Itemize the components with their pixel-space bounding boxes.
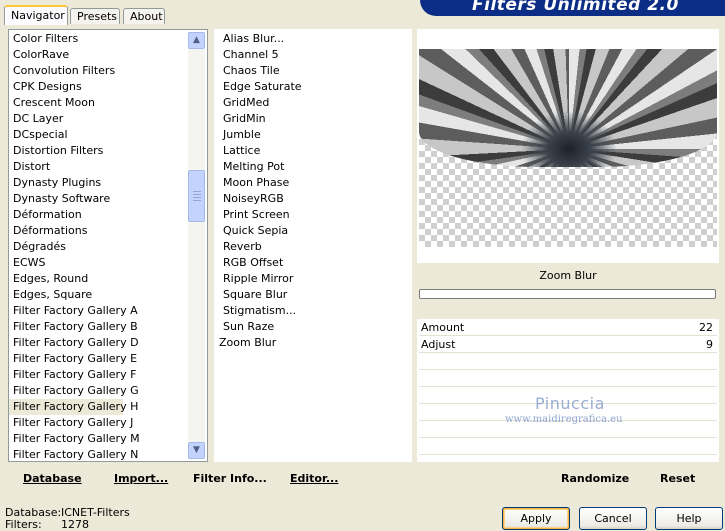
category-item[interactable]: Filter Factory Gallery M [9,431,207,447]
filter-item[interactable]: Lattice [219,143,411,159]
filter-item[interactable]: Chaos Tile [219,63,411,79]
app-title: Filters Unlimited 2.0 [472,0,679,15]
category-item[interactable]: Dynasty Plugins [9,175,207,191]
category-item[interactable]: Filter Factory Gallery J [9,415,207,431]
category-scrollbar[interactable]: ▲ ▼ [188,32,205,459]
filter-item[interactable]: Print Screen [219,207,411,223]
zoom-blur-preview [419,49,717,167]
filter-item[interactable]: Jumble [219,127,411,143]
filter-item[interactable]: Alias Blur... [219,31,411,47]
filter-item[interactable]: Moon Phase [219,175,411,191]
category-item[interactable]: Déformation [9,207,207,223]
param-adjust-name: Adjust [421,338,456,351]
category-item[interactable]: Déformations [9,223,207,239]
filter-item[interactable]: Quick Sepia [219,223,411,239]
preview-image [419,49,717,247]
category-item[interactable]: Filter Factory Gallery H [9,399,138,415]
category-item[interactable]: DC Layer [9,111,207,127]
category-item[interactable]: DCspecial [9,127,207,143]
import-button[interactable]: Import... [114,471,168,487]
tab-about[interactable]: About [123,8,165,24]
tab-navigator[interactable]: Navigator [4,5,68,25]
category-item[interactable]: Edges, Round [9,271,207,287]
filter-item[interactable]: Ripple Mirror [219,271,411,287]
filter-item[interactable]: Edge Saturate [219,79,411,95]
category-list[interactable]: Color Filters ColorRave Convolution Filter… [9,30,207,463]
category-item[interactable]: Filter Factory Gallery A [9,303,207,319]
progress-bar [419,289,716,299]
category-item[interactable]: Filter Factory Gallery B [9,319,207,335]
param-empty[interactable] [419,353,717,370]
scroll-up-button[interactable]: ▲ [188,32,205,49]
category-item[interactable]: Distort [9,159,207,175]
param-amount[interactable]: Amount 22 [419,319,717,336]
category-item[interactable]: Filter Factory Gallery E [9,351,207,367]
filter-name-label: Zoom Blur [539,269,597,282]
category-item[interactable]: Convolution Filters [9,63,207,79]
category-item[interactable]: Filter Factory Gallery D [9,335,207,351]
filter-item[interactable]: Sun Raze [219,319,411,335]
category-item[interactable]: ECWS [9,255,207,271]
filter-item[interactable]: GridMed [219,95,411,111]
filter-item[interactable]: Channel 5 [219,47,411,63]
category-item[interactable]: ColorRave [9,47,207,63]
filter-item[interactable]: Melting Pot [219,159,411,175]
title-banner: Filters Unlimited 2.0 [420,0,725,16]
watermark-site: www.maidiregrafica.eu [505,414,623,425]
scroll-thumb[interactable] [188,170,205,222]
filter-item[interactable]: Square Blur [219,287,411,303]
watermark-name: Pinuccia [535,394,605,413]
cancel-button[interactable]: Cancel [579,507,647,530]
category-item[interactable]: Filter Factory Gallery N [9,447,207,463]
scroll-down-button[interactable]: ▼ [188,442,205,459]
category-item[interactable]: Filter Factory Gallery G [9,383,207,399]
editor-button[interactable]: Editor... [290,471,338,487]
param-empty[interactable] [419,370,717,387]
filter-info-button[interactable]: Filter Info... [193,471,267,487]
filter-item[interactable]: NoiseyRGB [219,191,411,207]
param-amount-value: 22 [699,321,713,334]
category-item[interactable]: Filter Factory Gallery F [9,367,207,383]
help-button[interactable]: Help [655,507,723,530]
filter-item[interactable]: Stigmatism... [219,303,411,319]
category-item[interactable]: Color Filters [9,31,207,47]
database-button[interactable]: Database [23,471,82,487]
reset-button[interactable]: Reset [660,471,695,487]
filter-item[interactable]: RGB Offset [219,255,411,271]
randomize-button[interactable]: Randomize [561,471,629,487]
category-item[interactable]: Dynasty Software [9,191,207,207]
param-adjust[interactable]: Adjust 9 [419,336,717,353]
filter-item[interactable]: Reverb [219,239,411,255]
category-list-panel: Color Filters ColorRave Convolution Filter… [8,29,208,462]
category-item[interactable]: Distortion Filters [9,143,207,159]
apply-button[interactable]: Apply [502,507,570,530]
param-amount-name: Amount [421,321,465,334]
filter-list[interactable]: Alias Blur... Channel 5 Chaos Tile Edge Sat… [215,30,411,351]
filter-item[interactable]: Zoom Blur [219,335,411,351]
category-item[interactable]: Edges, Square [9,287,207,303]
param-empty[interactable] [419,438,717,455]
category-item[interactable]: CPK Designs [9,79,207,95]
status-filters: Filters: 1278 [5,518,89,531]
param-adjust-value: 9 [706,338,713,351]
filter-list-panel: Alias Blur... Channel 5 Chaos Tile Edge Sat… [214,29,412,462]
category-item[interactable]: Crescent Moon [9,95,207,111]
tab-presets[interactable]: Presets [70,8,120,24]
param-list: Amount 22 Adjust 9 [419,319,717,455]
status-filters-value: 1278 [61,518,89,531]
filter-item[interactable]: GridMin [219,111,411,127]
category-item[interactable]: Dégradés [9,239,207,255]
status-filters-label: Filters: [5,518,42,531]
